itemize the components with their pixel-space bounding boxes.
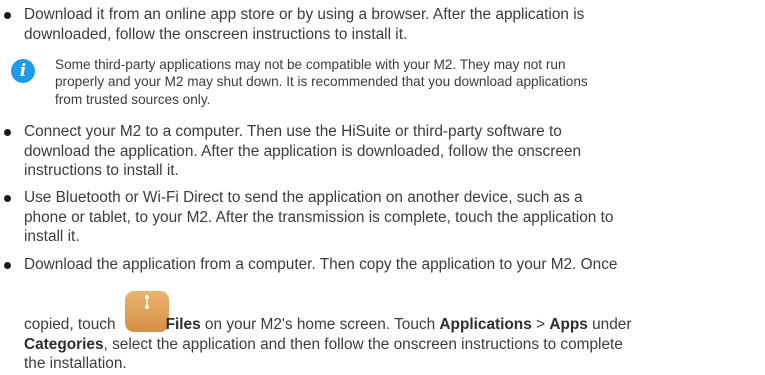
files-label: Files <box>165 316 201 333</box>
copied-touch-text: copied, touch <box>24 316 116 333</box>
bullet-text: install it. <box>24 228 80 245</box>
rest-text: , select the application and then follow… <box>103 335 623 353</box>
bullet-text: instructions to install it. <box>24 162 179 179</box>
list-item: Use Bluetooth or Wi-Fi Direct to send th… <box>24 188 754 247</box>
bullet-text: Connect your M2 to a computer. Then use … <box>24 123 562 140</box>
bullet-text-line: Categories, select the application and t… <box>24 335 754 355</box>
list-item: Download it from an online app store or … <box>24 5 754 44</box>
bullet-text: Download the application from a computer… <box>24 256 618 273</box>
bullet-text: Download it from an online app store or … <box>24 6 585 23</box>
categories-label: Categories <box>24 335 104 353</box>
apps-label: Apps <box>549 316 588 333</box>
bullet-text-line: the installation. <box>24 355 127 372</box>
bullet-text: downloaded, follow the onscreen instruct… <box>24 25 408 43</box>
note-line: from trusted sources only. <box>55 91 211 107</box>
note-text: Some third-party applications may not be… <box>55 56 745 108</box>
list-item: Download the application from a computer… <box>24 255 754 275</box>
under-text: under <box>592 316 632 333</box>
bullet-text: phone or tablet, to your M2. After the t… <box>24 208 614 226</box>
note-line: Some third-party applications may not be… <box>55 57 566 72</box>
list-item-continued: copied, touch Files on your M2's home scr… <box>24 315 754 374</box>
list-item: Connect your M2 to a computer. Then use … <box>24 122 754 181</box>
bullet-text-line: copied, touch Files on your M2's home scr… <box>24 315 754 335</box>
bullet-text: Use Bluetooth or Wi-Fi Direct to send th… <box>24 189 583 206</box>
bullet-dot <box>4 262 11 269</box>
bullet-dot <box>4 12 11 19</box>
note-line: properly and your M2 may shut down. It i… <box>55 74 588 90</box>
after-files-text: on your M2's home screen. Touch <box>204 316 436 333</box>
bullet-text: download the application. After the appl… <box>24 142 582 160</box>
applications-label: Applications <box>439 316 532 333</box>
bullet-dot <box>4 195 11 202</box>
info-icon: i <box>11 59 35 83</box>
separator: > <box>536 316 546 333</box>
bullet-dot <box>4 129 11 136</box>
